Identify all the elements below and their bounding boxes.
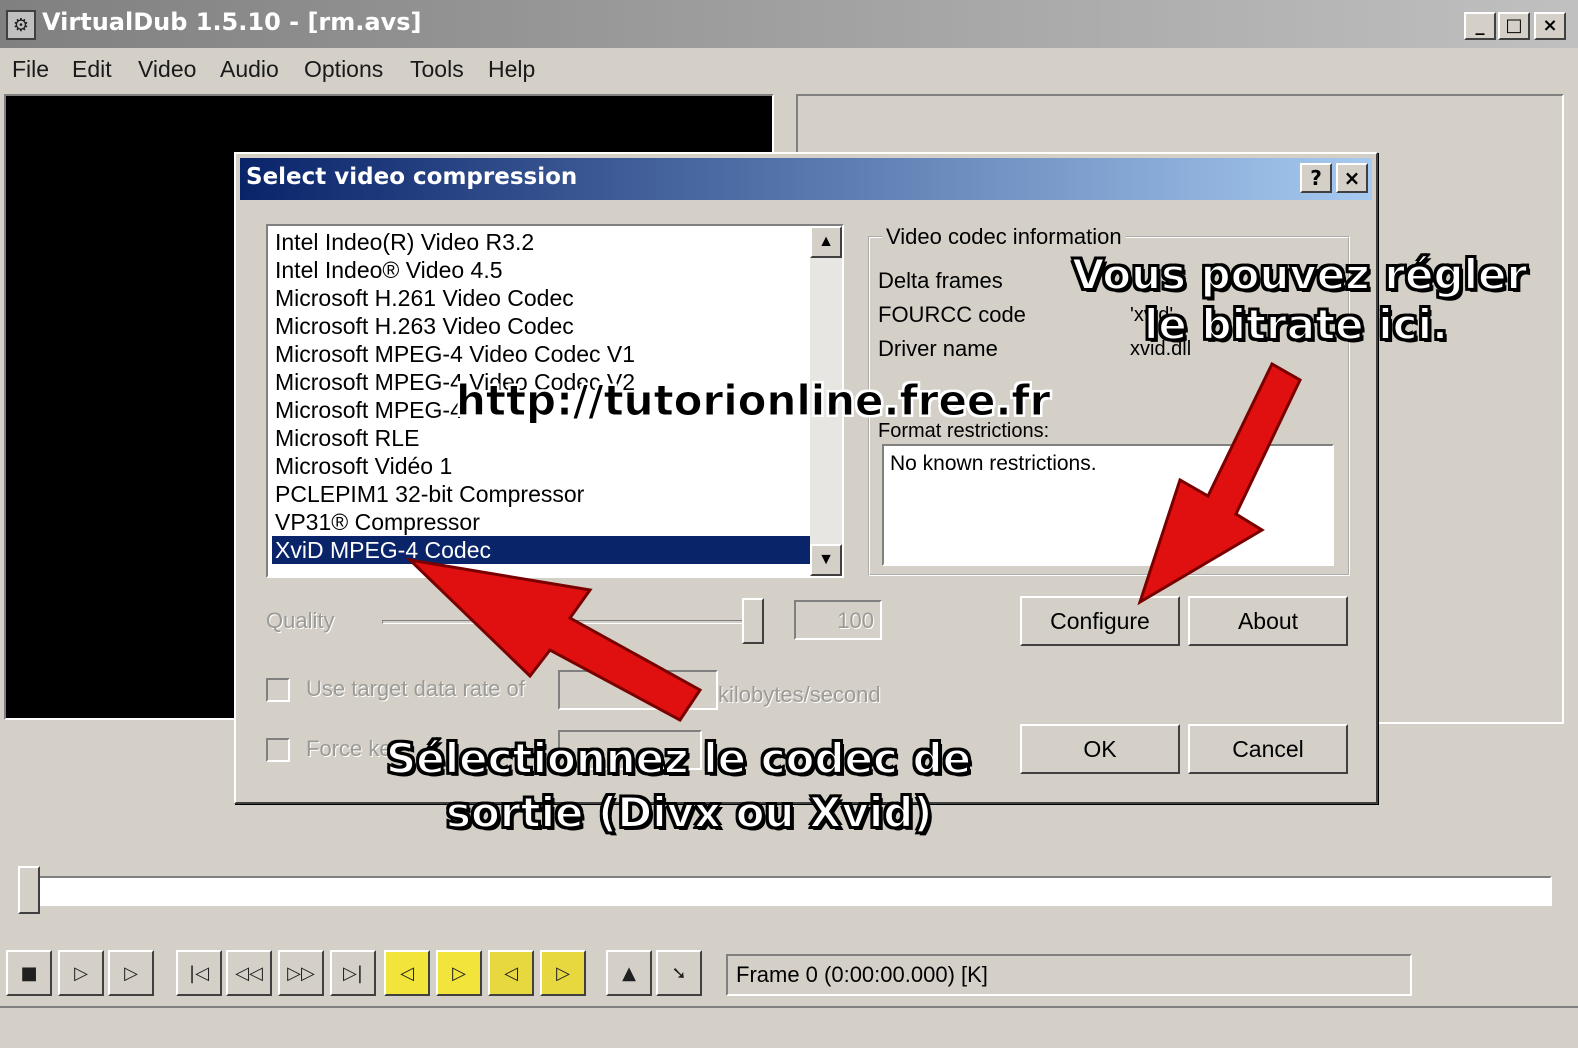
menu-file[interactable]: File bbox=[12, 56, 49, 83]
dialog-title: Select video compression bbox=[246, 164, 578, 190]
delta-frames-label: Delta frames bbox=[878, 268, 1003, 293]
dialog-help-button[interactable]: ? bbox=[1300, 163, 1332, 193]
codec-item[interactable]: VP31® Compressor bbox=[272, 508, 810, 536]
datarate-input[interactable] bbox=[558, 670, 718, 710]
play-input-icon[interactable]: ▷ bbox=[58, 950, 104, 996]
window-title: VirtualDub 1.5.10 - [rm.avs] bbox=[42, 8, 422, 36]
codec-item[interactable]: Microsoft RLE bbox=[272, 424, 810, 452]
next-key-icon[interactable]: ▷▷ bbox=[278, 950, 324, 996]
title-bar: ⚙ VirtualDub 1.5.10 - [rm.avs] bbox=[0, 0, 1578, 48]
format-restrictions-box: No known restrictions. bbox=[882, 444, 1334, 566]
arrow-up-icon[interactable]: ▲ bbox=[606, 950, 652, 996]
use-target-datarate-label: Use target data rate of bbox=[306, 676, 525, 701]
scroll-up-icon[interactable]: ▲ bbox=[810, 226, 842, 258]
codec-item[interactable]: Microsoft MPEG-4 Video Codec V1 bbox=[272, 340, 810, 368]
codec-item[interactable]: Microsoft H.263 Video Codec bbox=[272, 312, 810, 340]
codec-item[interactable]: Intel Indeo® Video 4.5 bbox=[272, 256, 810, 284]
mark-out-icon[interactable]: ▷ bbox=[540, 950, 586, 996]
scene-fwd-icon[interactable]: ▷ bbox=[436, 950, 482, 996]
menu-bar: File Edit Video Audio Options Tools Help bbox=[0, 50, 1578, 86]
dialog-title-bar: Select video compression ? × bbox=[240, 158, 1372, 200]
force-keyframe-checkbox[interactable] bbox=[266, 738, 290, 762]
codec-info-legend: Video codec information bbox=[882, 224, 1126, 250]
codec-item[interactable]: Microsoft H.261 Video Codec bbox=[272, 284, 810, 312]
use-target-datarate-checkbox[interactable] bbox=[266, 678, 290, 702]
select-caption-line2: sortie (Divx ou Xvid) bbox=[445, 787, 933, 838]
timeline-thumb[interactable] bbox=[18, 866, 40, 914]
cancel-button[interactable]: Cancel bbox=[1188, 724, 1348, 774]
arrow-down-icon[interactable]: ➘ bbox=[656, 950, 702, 996]
bitrate-caption-line1: Vous pouvez régler bbox=[1071, 249, 1528, 300]
mark-in-icon[interactable]: ◁ bbox=[488, 950, 534, 996]
driver-name-label: Driver name bbox=[878, 336, 998, 361]
position-timeline[interactable] bbox=[26, 876, 1552, 906]
quality-slider-track[interactable] bbox=[382, 620, 762, 624]
about-button[interactable]: About bbox=[1188, 596, 1348, 646]
select-caption-line1: Sélectionnez le codec de bbox=[385, 733, 972, 784]
codec-item-selected[interactable]: XviD MPEG-4 Codec bbox=[272, 536, 810, 564]
scene-back-icon[interactable]: ◁ bbox=[384, 950, 430, 996]
menu-tools[interactable]: Tools bbox=[410, 56, 464, 83]
frame-position-display: Frame 0 (0:00:00.000) [K] bbox=[726, 954, 1412, 996]
configure-button[interactable]: Configure bbox=[1020, 596, 1180, 646]
fourcc-label: FOURCC code bbox=[878, 302, 1026, 327]
close-button[interactable]: × bbox=[1534, 12, 1566, 40]
menu-options[interactable]: Options bbox=[304, 56, 383, 83]
codec-item[interactable]: Microsoft Vidéo 1 bbox=[272, 452, 810, 480]
stop-icon[interactable]: ■ bbox=[6, 950, 52, 996]
quality-value-field[interactable]: 100 bbox=[794, 600, 882, 640]
go-end-icon[interactable]: ▷| bbox=[330, 950, 376, 996]
app-gear-icon[interactable]: ⚙ bbox=[6, 10, 36, 40]
menu-video[interactable]: Video bbox=[138, 56, 196, 83]
bitrate-caption-line2: le bitrate ici. bbox=[1143, 299, 1449, 350]
watermark-url: http://tutorionline.free.fr bbox=[455, 376, 1051, 426]
quality-slider-thumb[interactable] bbox=[742, 598, 764, 644]
go-start-icon[interactable]: |◁ bbox=[176, 950, 222, 996]
codec-item[interactable]: Intel Indeo(R) Video R3.2 bbox=[272, 228, 810, 256]
dialog-close-button[interactable]: × bbox=[1336, 163, 1368, 193]
force-keyframe-label: Force ke bbox=[306, 736, 392, 761]
play-output-icon[interactable]: ▷ bbox=[108, 950, 154, 996]
quality-label: Quality bbox=[266, 608, 335, 633]
menu-edit[interactable]: Edit bbox=[72, 56, 112, 83]
minimize-button[interactable]: _ bbox=[1464, 12, 1496, 40]
codec-item[interactable]: PCLEPIM1 32-bit Compressor bbox=[272, 480, 810, 508]
ok-button[interactable]: OK bbox=[1020, 724, 1180, 774]
menu-audio[interactable]: Audio bbox=[220, 56, 279, 83]
scroll-down-icon[interactable]: ▼ bbox=[810, 544, 842, 576]
datarate-unit-label: kilobytes/second bbox=[718, 682, 881, 707]
prev-key-icon[interactable]: ◁◁ bbox=[226, 950, 272, 996]
menu-help[interactable]: Help bbox=[488, 56, 535, 83]
status-bar bbox=[0, 1006, 1578, 1048]
maximize-button[interactable]: □ bbox=[1498, 12, 1530, 40]
